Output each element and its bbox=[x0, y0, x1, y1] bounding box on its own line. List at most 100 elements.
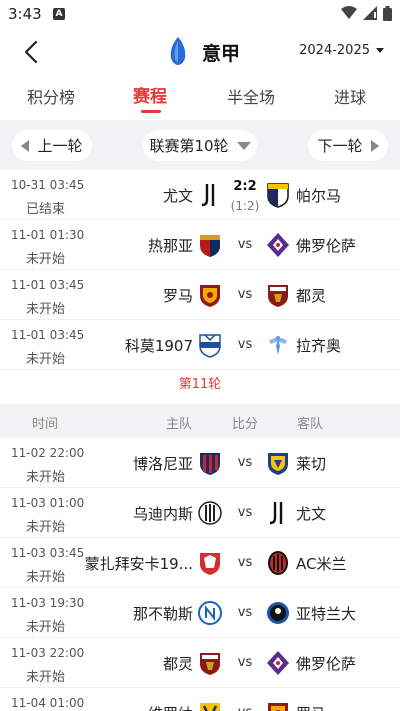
away-team: 佛罗伦萨 bbox=[296, 655, 357, 673]
match-row[interactable]: 10-31 03:45 已结束 尤文 2:2 (1:2) 帕尔马 bbox=[0, 170, 400, 220]
napoli-logo-icon bbox=[198, 601, 222, 625]
home-team: 蒙扎拜安卡19... bbox=[84, 555, 193, 573]
match-time: 11-03 01:00 bbox=[11, 496, 85, 510]
home-team: 热那亚 bbox=[147, 237, 193, 255]
match-status: 未开始 bbox=[26, 520, 66, 535]
genoa-logo-icon bbox=[200, 235, 220, 257]
away-team: AC米兰 bbox=[296, 555, 347, 573]
match-status: 未开始 bbox=[26, 352, 66, 367]
home-team: 那不勒斯 bbox=[132, 605, 193, 623]
match-row[interactable]: 11-03 19:30 未开始 那不勒斯 vs 亚特兰大 bbox=[0, 588, 400, 638]
vs-label: vs bbox=[237, 505, 253, 520]
match-row[interactable]: 11-03 01:00 未开始 乌迪内斯 vs 尤文 bbox=[0, 488, 400, 538]
prev-round-button[interactable]: 上一轮 bbox=[12, 130, 92, 161]
tab-half-full[interactable]: 半全场 bbox=[227, 84, 275, 108]
col-away: 客队 bbox=[297, 417, 324, 432]
match-row[interactable]: 11-01 03:45 未开始 罗马 vs 都灵 bbox=[0, 270, 400, 320]
home-team: 都灵 bbox=[162, 655, 193, 673]
acmilan-logo-icon bbox=[268, 551, 288, 575]
season-selector[interactable]: 2024-2025 bbox=[299, 43, 384, 58]
match-status: 未开始 bbox=[26, 570, 66, 585]
triangle-right-icon bbox=[370, 139, 379, 152]
away-team: 尤文 bbox=[296, 505, 327, 523]
vs-label: vs bbox=[237, 555, 253, 570]
match-row[interactable]: 11-04 01:00 维罗纳 vs 罗马 bbox=[0, 688, 400, 711]
roma-logo-icon bbox=[268, 703, 288, 711]
prev-round-label: 上一轮 bbox=[37, 137, 83, 155]
match-score: 2:2 bbox=[233, 179, 257, 194]
away-team: 帕尔马 bbox=[296, 187, 342, 205]
tab-schedule[interactable]: 赛程 bbox=[133, 82, 167, 107]
match-status: 未开始 bbox=[26, 470, 66, 485]
vs-label: vs bbox=[237, 655, 253, 670]
next-round-label: 下一轮 bbox=[317, 137, 363, 155]
next-round-button[interactable]: 下一轮 bbox=[308, 130, 388, 161]
match-status: 已结束 bbox=[26, 202, 66, 217]
atalanta-logo-icon bbox=[267, 602, 289, 624]
away-team: 莱切 bbox=[296, 455, 327, 473]
roma-logo-icon bbox=[200, 285, 220, 307]
home-team: 尤文 bbox=[162, 187, 193, 205]
column-header: 时间 主队 比分 客队 bbox=[0, 404, 400, 438]
udinese-logo-icon bbox=[198, 501, 222, 525]
home-team: 维罗纳 bbox=[148, 703, 193, 711]
away-team: 佛罗伦萨 bbox=[296, 237, 357, 255]
status-time: 3:43 bbox=[8, 5, 42, 23]
vs-label: vs bbox=[237, 237, 253, 252]
page-title: 意甲 bbox=[202, 43, 241, 65]
tab-standings[interactable]: 积分榜 bbox=[27, 84, 75, 108]
caret-down-icon bbox=[376, 48, 384, 53]
vs-label: vs bbox=[237, 605, 253, 620]
lazio-logo-icon bbox=[269, 336, 287, 355]
col-score: 比分 bbox=[232, 417, 259, 432]
round-selector[interactable]: 联赛第10轮 bbox=[143, 130, 257, 161]
match-row[interactable]: 11-02 22:00 未开始 博洛尼亚 vs 莱切 bbox=[0, 438, 400, 488]
fiorentina-logo-icon bbox=[267, 651, 289, 675]
match-time: 11-01 01:30 bbox=[11, 228, 85, 242]
match-status: 未开始 bbox=[26, 670, 66, 685]
vs-label: vs bbox=[237, 455, 253, 470]
tab-bar: 积分榜 赛程 半全场 进球 bbox=[0, 78, 400, 118]
match-status: 未开始 bbox=[26, 252, 66, 267]
tab-goals[interactable]: 进球 bbox=[334, 84, 366, 108]
bologna-logo-icon bbox=[200, 453, 220, 475]
match-row[interactable]: 11-01 01:30 未开始 热那亚 vs 佛罗伦萨 bbox=[0, 220, 400, 270]
triangle-left-icon bbox=[21, 139, 30, 152]
home-team: 博洛尼亚 bbox=[132, 455, 193, 473]
match-time: 11-02 22:00 bbox=[11, 446, 85, 460]
away-team: 亚特兰大 bbox=[296, 605, 357, 623]
parma-logo-icon bbox=[267, 183, 289, 208]
away-team: 拉齐奥 bbox=[296, 337, 342, 355]
home-team: 罗马 bbox=[162, 287, 193, 305]
status-bar: 3:43 A bbox=[0, 0, 400, 28]
season-label: 2024-2025 bbox=[299, 43, 370, 58]
home-team: 乌迪内斯 bbox=[132, 505, 193, 523]
half-time-score: (1:2) bbox=[230, 199, 260, 213]
col-time: 时间 bbox=[32, 417, 59, 432]
vs-label: vs bbox=[233, 705, 257, 711]
round-selector-label: 联赛第10轮 bbox=[149, 137, 229, 155]
torino-logo-icon bbox=[268, 285, 288, 307]
away-team: 都灵 bbox=[296, 287, 327, 305]
match-time: 11-01 03:45 bbox=[11, 328, 85, 342]
match-row[interactable]: 11-01 03:45 未开始 科莫1907 vs 拉齐奥 bbox=[0, 320, 400, 370]
app-header: 意甲 2024-2025 bbox=[0, 28, 400, 76]
notification-icon: A bbox=[53, 8, 65, 20]
match-status: 未开始 bbox=[26, 302, 66, 317]
match-time: 11-03 22:00 bbox=[11, 646, 85, 660]
vs-label: vs bbox=[237, 287, 253, 302]
triangle-down-icon bbox=[236, 141, 251, 150]
back-arrow-icon[interactable] bbox=[18, 38, 46, 66]
como-logo-icon bbox=[199, 334, 221, 358]
signal-icon bbox=[363, 6, 377, 20]
match-status: 未开始 bbox=[26, 620, 66, 635]
verona-logo-icon bbox=[200, 703, 220, 711]
serie-a-logo-icon bbox=[170, 37, 186, 65]
status-icons bbox=[341, 5, 392, 21]
match-time: 11-04 01:00 bbox=[11, 696, 85, 710]
match-row[interactable]: 11-03 03:45 未开始 蒙扎拜安卡19... vs AC米兰 bbox=[0, 538, 400, 588]
active-tab-indicator bbox=[141, 110, 161, 113]
match-row[interactable]: 11-03 22:00 未开始 都灵 vs 佛罗伦萨 bbox=[0, 638, 400, 688]
home-team: 科莫1907 bbox=[124, 337, 193, 355]
round-title: 第11轮 bbox=[0, 370, 400, 404]
